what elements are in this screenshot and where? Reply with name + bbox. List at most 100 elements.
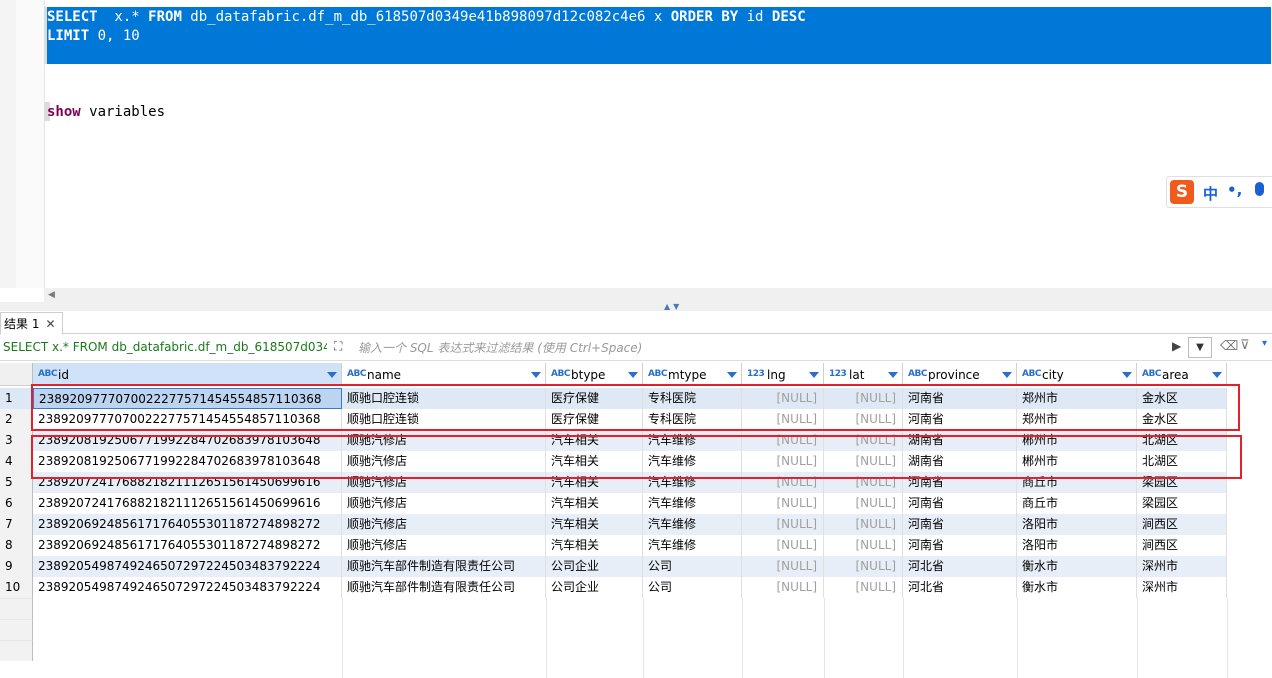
table-cell-lat[interactable]: [NULL] [824, 472, 903, 493]
funnel-icon[interactable]: ⊽ [1240, 338, 1250, 353]
column-header-mtype[interactable]: ABC mtype [643, 363, 742, 386]
table-cell-city[interactable]: 郑州市 [1017, 388, 1137, 409]
row-number[interactable]: 2 [0, 409, 33, 430]
table-cell-mtype[interactable]: 汽车维修 [643, 514, 742, 535]
table-cell-id[interactable]: 2389206924856171764055301187274898272 [33, 535, 342, 556]
table-cell-lng[interactable]: [NULL] [742, 430, 824, 451]
ime-language-toggle[interactable]: 中 [1203, 183, 1218, 204]
table-row[interactable]: 2 2389209777070022277571454554857110368 顺驰… [0, 409, 1227, 430]
table-cell-lat[interactable]: [NULL] [824, 577, 903, 598]
sort-icon[interactable] [1002, 372, 1012, 378]
eraser-icon[interactable]: ⌫ [1220, 339, 1238, 354]
table-cell-province[interactable]: 湖南省 [903, 451, 1017, 472]
column-header-province[interactable]: ABC province [903, 363, 1017, 386]
table-cell-province[interactable]: 河南省 [903, 493, 1017, 514]
table-cell-city[interactable]: 商丘市 [1017, 493, 1137, 514]
table-cell-btype[interactable]: 汽车相关 [546, 493, 643, 514]
table-row[interactable]: 10 2389205498749246507297224503483792224 顺… [0, 577, 1227, 598]
row-number[interactable]: 7 [0, 514, 33, 535]
table-cell-city[interactable]: 洛阳市 [1017, 514, 1137, 535]
column-header-name[interactable]: ABC name [342, 363, 546, 386]
table-cell-mtype[interactable]: 汽车维修 [643, 430, 742, 451]
table-cell-lat[interactable]: [NULL] [824, 556, 903, 577]
table-cell-mtype[interactable]: 公司 [643, 577, 742, 598]
table-row[interactable]: 8 2389206924856171764055301187274898272 顺驰… [0, 535, 1227, 556]
table-cell-name[interactable]: 顺驰口腔连锁 [342, 388, 546, 409]
table-cell-name[interactable]: 顺驰口腔连锁 [342, 409, 546, 430]
sort-icon[interactable] [809, 372, 819, 378]
close-icon[interactable]: ✕ [45, 317, 55, 331]
sort-icon[interactable] [628, 372, 638, 378]
result-grid[interactable]: ABC id ABC name ABC btype ABC mtype 123 … [0, 361, 1272, 678]
table-cell-province[interactable]: 河南省 [903, 514, 1017, 535]
table-cell-province[interactable]: 河北省 [903, 556, 1017, 577]
panel-splitter[interactable]: ▲▼ [0, 302, 1272, 311]
table-cell-name[interactable]: 顺驰汽修店 [342, 451, 546, 472]
sort-icon[interactable] [1122, 372, 1132, 378]
code-line-1[interactable]: SELECT x.* FROM db_datafabric.df_m_db_61… [47, 8, 806, 27]
table-cell-lat[interactable]: [NULL] [824, 535, 903, 556]
row-number[interactable]: 1 [0, 388, 33, 409]
table-cell-city[interactable]: 洛阳市 [1017, 535, 1137, 556]
code-line-3[interactable]: show variables [47, 103, 165, 122]
table-cell-city[interactable]: 郴州市 [1017, 451, 1137, 472]
table-cell-btype[interactable]: 汽车相关 [546, 472, 643, 493]
table-cell-lat[interactable]: [NULL] [824, 409, 903, 430]
sort-icon[interactable] [727, 372, 737, 378]
sort-icon[interactable] [531, 372, 541, 378]
table-cell-lng[interactable]: [NULL] [742, 535, 824, 556]
column-header-lat[interactable]: 123 lat [824, 363, 903, 386]
table-cell-province[interactable]: 河南省 [903, 535, 1017, 556]
sort-icon[interactable] [888, 372, 898, 378]
sql-editor[interactable]: SELECT x.* FROM db_datafabric.df_m_db_61… [0, 0, 1272, 303]
table-cell-id[interactable]: 2389207241768821821112651561450699616 [33, 493, 342, 514]
row-number[interactable]: 4 [0, 451, 33, 472]
table-cell-city[interactable]: 衡水市 [1017, 556, 1137, 577]
table-cell-mtype[interactable]: 汽车维修 [643, 535, 742, 556]
apply-filter-icon[interactable]: ▶ [1172, 339, 1181, 353]
table-row[interactable]: 1 2389209777070022277571454554857110368 顺驰… [0, 388, 1227, 409]
row-number[interactable]: 5 [0, 472, 33, 493]
table-cell-id[interactable]: 2389209777070022277571454554857110368 [33, 388, 342, 409]
chevron-down-icon[interactable]: ▾ [1262, 338, 1267, 349]
filter-history-dropdown[interactable]: ▼ [1188, 337, 1212, 358]
table-cell-name[interactable]: 顺驰汽修店 [342, 493, 546, 514]
table-cell-btype[interactable]: 医疗保健 [546, 388, 643, 409]
sogou-logo-icon[interactable]: S [1170, 180, 1194, 204]
code-line-2[interactable]: LIMIT 0, 10 [47, 27, 140, 46]
table-cell-btype[interactable]: 公司企业 [546, 556, 643, 577]
microphone-icon[interactable] [1255, 182, 1264, 196]
table-cell-id[interactable]: 2389205498749246507297224503483792224 [33, 556, 342, 577]
table-cell-mtype[interactable]: 专科医院 [643, 409, 742, 430]
table-cell-name[interactable]: 顺驰汽修店 [342, 535, 546, 556]
table-cell-id[interactable]: 2389208192506771992284702683978103648 [33, 430, 342, 451]
table-cell-city[interactable]: 郴州市 [1017, 430, 1137, 451]
ime-punctuation-toggle[interactable]: •, [1227, 181, 1242, 199]
table-cell-lng[interactable]: [NULL] [742, 451, 824, 472]
row-number[interactable]: 6 [0, 493, 33, 514]
table-row[interactable]: 6 2389207241768821821112651561450699616 顺驰… [0, 493, 1227, 514]
table-cell-mtype[interactable]: 专科医院 [643, 388, 742, 409]
table-cell-lng[interactable]: [NULL] [742, 472, 824, 493]
table-cell-btype[interactable]: 医疗保健 [546, 409, 643, 430]
column-header-area[interactable]: ABC area [1137, 363, 1227, 386]
table-cell-btype[interactable]: 汽车相关 [546, 535, 643, 556]
table-cell-id[interactable]: 2389208192506771992284702683978103648 [33, 451, 342, 472]
table-cell-mtype[interactable]: 汽车维修 [643, 493, 742, 514]
table-cell-city[interactable]: 郑州市 [1017, 409, 1137, 430]
table-cell-lng[interactable]: [NULL] [742, 388, 824, 409]
table-cell-province[interactable]: 河南省 [903, 472, 1017, 493]
table-cell-mtype[interactable]: 汽车维修 [643, 472, 742, 493]
table-cell-area[interactable]: 深州市 [1137, 556, 1227, 577]
table-cell-province[interactable]: 湖南省 [903, 430, 1017, 451]
row-number[interactable]: 9 [0, 556, 33, 577]
sort-icon[interactable] [327, 372, 337, 378]
table-cell-area[interactable]: 涧西区 [1137, 514, 1227, 535]
table-cell-area[interactable]: 涧西区 [1137, 535, 1227, 556]
sort-icon[interactable] [1212, 372, 1222, 378]
table-row[interactable]: 7 2389206924856171764055301187274898272 顺驰… [0, 514, 1227, 535]
table-cell-mtype[interactable]: 公司 [643, 556, 742, 577]
table-cell-id[interactable]: 2389209777070022277571454554857110368 [33, 409, 342, 430]
table-cell-name[interactable]: 顺驰汽车部件制造有限责任公司 [342, 577, 546, 598]
table-cell-province[interactable]: 河南省 [903, 409, 1017, 430]
